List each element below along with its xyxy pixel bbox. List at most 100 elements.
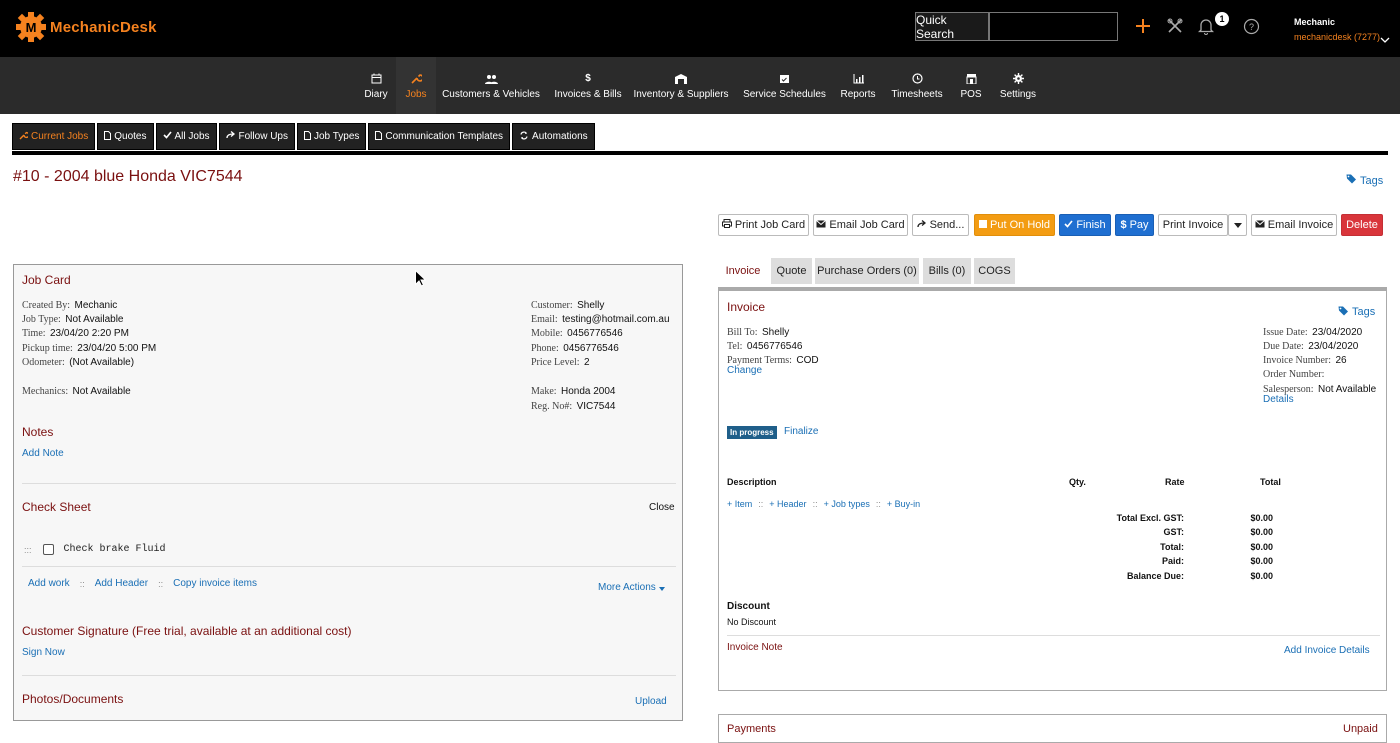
separator: :: [812,499,818,509]
more-actions-dropdown[interactable]: More Actions [598,578,665,596]
nav-pos[interactable]: POS [955,57,987,114]
svg-text:?: ? [1248,22,1253,32]
add-header-link[interactable]: + Header [769,499,806,509]
add-item-link[interactable]: + Item [727,499,752,509]
put-on-hold-button[interactable]: Put On Hold [974,214,1055,236]
subtab-communication-templates[interactable]: Communication Templates [368,123,511,150]
tab-purchase-orders[interactable]: Purchase Orders (0) [815,258,919,284]
send-button[interactable]: Send... [912,214,969,236]
subtab-automations[interactable]: Automations [512,123,595,150]
help-icon[interactable]: ? [1241,16,1261,36]
nav-timesheets[interactable]: Timesheets [888,57,946,114]
drag-handle-icon[interactable]: ::: [24,545,32,555]
svg-text:M: M [26,20,37,35]
caret-down-icon [1233,219,1242,231]
separator: :: [875,499,881,509]
copy-invoice-items-link[interactable]: Copy invoice items [173,578,257,589]
price-level-row: Price Level: 2 [531,357,590,368]
wrench-icon [19,131,30,143]
nav-inventory-suppliers[interactable]: Inventory & Suppliers [633,57,729,114]
add-work-link[interactable]: Add work [28,578,70,589]
col-total: Total [1260,477,1281,487]
nav-service-schedules[interactable]: Service Schedules [741,57,828,114]
bell-icon[interactable] [1196,16,1216,36]
add-buy-in-link[interactable]: + Buy-in [887,499,920,509]
check-icon [162,131,172,142]
paid-value: $0.00 [1250,556,1273,566]
subtab-job-types[interactable]: Job Types [296,123,367,150]
nav-jobs[interactable]: Jobs [396,57,436,114]
finish-button[interactable]: Finish [1059,214,1111,236]
envelope-icon [816,219,827,231]
check-sheet-title: Check Sheet [22,500,91,514]
subtab-all-jobs[interactable]: All Jobs [155,123,217,150]
email-invoice-button[interactable]: Email Invoice [1251,214,1337,236]
balance-due-value: $0.00 [1250,571,1273,581]
notes-title: Notes [22,425,54,439]
notification-badge[interactable]: 1 [1215,12,1229,26]
nav-settings[interactable]: Settings [996,57,1040,114]
pay-button[interactable]: $ Pay [1115,214,1154,236]
add-header-link[interactable]: Add Header [95,578,148,589]
logo[interactable]: M MechanicDesk [14,10,157,44]
finalize-link[interactable]: Finalize [784,426,818,437]
delete-button[interactable]: Delete [1341,214,1383,236]
clock-icon [911,72,923,86]
quick-search-input[interactable] [989,12,1118,41]
email-job-card-button[interactable]: Email Job Card [813,214,908,236]
check-icon [1064,219,1073,231]
mechanics-row: Mechanics: Not Available [22,386,131,397]
envelope-icon [1254,219,1265,231]
nav-reports[interactable]: Reports [838,57,878,114]
plus-icon[interactable] [1133,16,1153,36]
divider [727,635,1380,636]
user-name[interactable]: Mechanic [1294,17,1335,27]
wrench-icon [410,72,422,86]
share-icon [916,219,927,231]
total-excl-gst-label: Total Excl. GST: [1116,513,1184,523]
nav-diary[interactable]: Diary [357,57,395,114]
store-icon [966,72,977,86]
invoice-title: Invoice [727,300,766,314]
subtab-current-jobs[interactable]: Current Jobs [12,123,96,150]
close-check-sheet-button[interactable]: Close [649,502,675,513]
user-account[interactable]: mechanicdesk (7277) [1294,32,1380,42]
tab-invoice[interactable]: Invoice [718,258,768,284]
add-job-types-link[interactable]: + Job types [824,499,870,509]
chevron-down-icon[interactable] [1380,31,1390,49]
print-invoice-dropdown[interactable] [1228,214,1247,236]
details-link[interactable]: Details [1263,394,1294,405]
tab-cogs[interactable]: COGS [974,258,1015,284]
add-note-link[interactable]: Add Note [22,448,64,459]
nav-invoices-bills[interactable]: $ Invoices & Bills [552,57,624,114]
quick-search-button[interactable]: Quick Search [915,12,989,41]
add-invoice-details-link[interactable]: Add Invoice Details [1284,645,1370,656]
tab-quote[interactable]: Quote [771,258,812,284]
refresh-icon [519,130,529,143]
gst-value: $0.00 [1250,527,1273,537]
print-invoice-button[interactable]: Print Invoice [1158,214,1228,236]
discount-value: No Discount [727,617,777,627]
upload-link[interactable]: Upload [635,696,667,707]
sign-now-link[interactable]: Sign Now [22,647,65,658]
separator: :: [79,578,85,589]
customer-signature-title: Customer Signature (Free trial, availabl… [22,624,352,638]
change-terms-link[interactable]: Change [727,365,762,376]
nav-customers-vehicles[interactable]: Customers & Vehicles [440,57,542,114]
pause-icon [979,219,988,231]
chart-icon [853,72,864,86]
tags-link[interactable]: Tags [1346,174,1383,187]
total-excl-gst-value: $0.00 [1250,513,1273,523]
tools-icon[interactable] [1165,16,1185,36]
line-item-actions: + Item :: + Header :: + Job types :: + B… [727,499,920,509]
print-job-card-button[interactable]: Print Job Card [718,214,809,236]
separator: :: [158,578,164,589]
file-icon [104,130,112,143]
jobs-subnav: Current Jobs Quotes All Jobs Follow Ups … [12,123,595,151]
invoice-tags-link[interactable]: Tags [1338,303,1375,321]
tab-bills[interactable]: Bills (0) [923,258,971,284]
check-item-checkbox[interactable] [42,544,54,555]
reg-row: Reg. No#: VIC7544 [531,401,616,412]
subtab-quotes[interactable]: Quotes [97,123,154,150]
subtab-follow-ups[interactable]: Follow Ups [218,123,295,150]
